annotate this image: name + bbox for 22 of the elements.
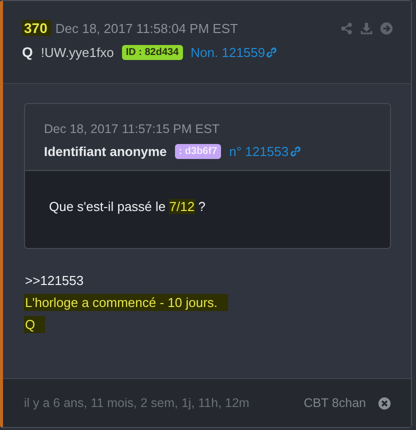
share-icon[interactable]: [340, 22, 353, 34]
quoted-message: Que s'est-il passé le 7/12 ?: [49, 199, 206, 214]
post-link[interactable]: n° 121553: [229, 144, 302, 158]
post-age: il y a 6 ans, 11 mois, 2 sem, 1j, 11h, 12m: [24, 396, 250, 410]
source-label: CBT 8chan: [304, 396, 366, 410]
id-badge: ID : 82d434: [122, 44, 183, 60]
id-badge: : d3b6f7: [174, 144, 222, 158]
author-name: Identifiant anonyme: [44, 144, 167, 158]
arrow-right-icon[interactable]: [380, 22, 393, 34]
post-date: Dec 18, 2017 11:58:04 PM EST: [55, 20, 238, 36]
quoted-post-date: Dec 18, 2017 11:57:15 PM EST: [44, 122, 221, 136]
tripcode: !UW.yye1fxo: [40, 44, 114, 60]
highlighted-text: L'horloge a commencé - 10 jours.: [24, 294, 228, 310]
author-name: Q: [22, 44, 33, 60]
close-icon[interactable]: [378, 396, 391, 410]
link-icon: [265, 46, 278, 58]
link-icon: [288, 144, 302, 158]
highlighted-text: Q: [24, 316, 46, 332]
download-icon[interactable]: [360, 22, 373, 34]
post-link[interactable]: Non. 121559: [190, 44, 278, 60]
reply-reference: >>121553: [24, 272, 85, 288]
post-number: 370: [22, 20, 52, 36]
